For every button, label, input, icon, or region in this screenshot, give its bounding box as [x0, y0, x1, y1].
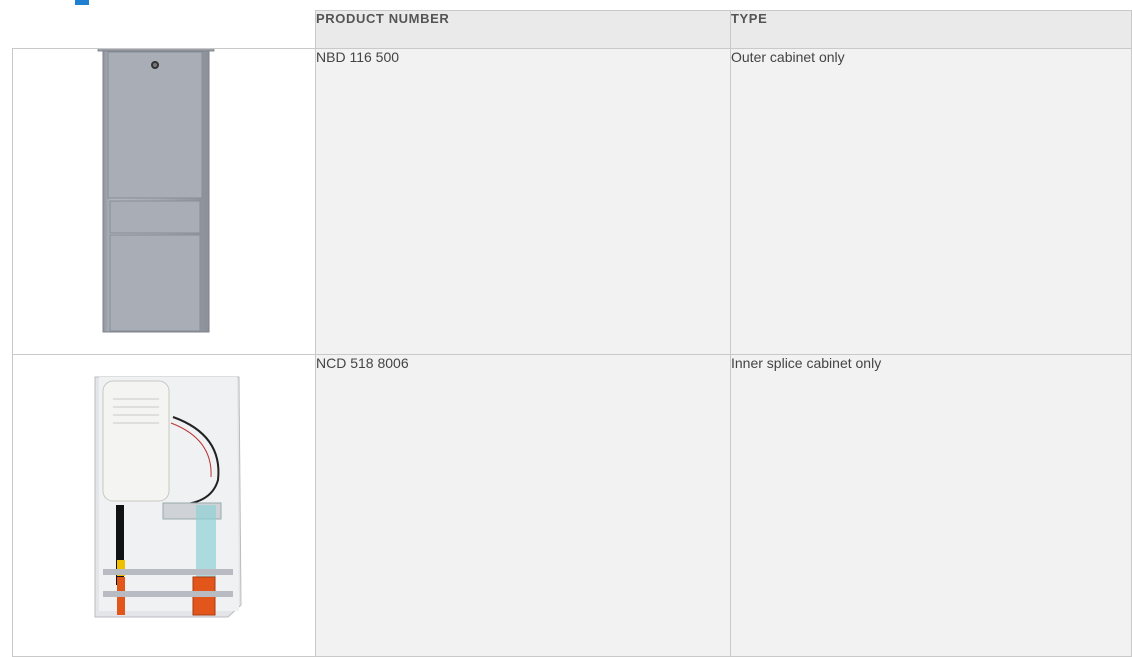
table-header-row: PRODUCT NUMBER TYPE	[12, 10, 1132, 49]
product-number-cell: NCD 518 8006	[315, 354, 731, 657]
inner-splice-cabinet-photo	[94, 376, 242, 618]
outer-cabinet-photo	[97, 49, 215, 333]
header-product-number: PRODUCT NUMBER	[315, 10, 731, 49]
table-row: NBD 116 500 Outer cabinet only	[12, 48, 1132, 355]
table-row: NCD 518 8006 Inner splice cabinet only	[12, 354, 1132, 657]
type-cell: Inner splice cabinet only	[730, 354, 1132, 657]
outer-cabinet-image-cell	[12, 48, 316, 355]
product-table: PRODUCT NUMBER TYPE NBD 116 500 Outer ca…	[12, 10, 1132, 657]
product-number-cell: NBD 116 500	[315, 48, 731, 355]
heading-fragment	[75, 0, 89, 5]
type-cell: Outer cabinet only	[730, 48, 1132, 355]
header-image	[12, 10, 316, 49]
header-type: TYPE	[730, 10, 1132, 49]
inner-cabinet-image-cell	[12, 354, 316, 657]
